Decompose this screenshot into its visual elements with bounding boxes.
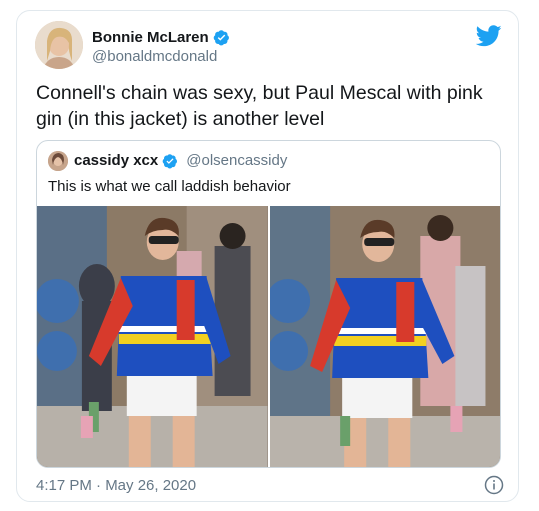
- tweet-card[interactable]: Bonnie McLaren @bonaldmcdonald Connell's…: [16, 10, 519, 502]
- author-name[interactable]: Bonnie McLaren: [92, 29, 209, 46]
- author-avatar[interactable]: [35, 21, 83, 69]
- tweet-text: Connell's chain was sexy, but Paul Mesca…: [36, 82, 483, 130]
- tweet-timestamp[interactable]: 4:17 PM · May 26, 2020: [36, 477, 196, 494]
- quoted-tweet-text: This is what we call laddish behavior: [48, 178, 291, 195]
- author-name-row[interactable]: Bonnie McLaren: [92, 29, 230, 46]
- quoted-author-row[interactable]: cassidy xcx @olsencassidy: [74, 152, 287, 169]
- verified-badge-icon: [162, 153, 178, 168]
- photo-2[interactable]: [269, 206, 500, 467]
- twitter-bird-icon[interactable]: [476, 25, 502, 47]
- verified-badge-icon: [213, 30, 229, 46]
- info-icon[interactable]: [484, 475, 504, 495]
- quoted-author-handle[interactable]: @olsencassidy: [186, 152, 287, 169]
- photo-grid: [37, 206, 500, 467]
- quoted-tweet[interactable]: cassidy xcx @olsencassidy This is what w…: [36, 140, 501, 468]
- author-handle[interactable]: @bonaldmcdonald: [92, 48, 217, 65]
- quoted-author-name[interactable]: cassidy xcx: [74, 152, 158, 169]
- quoted-author-avatar[interactable]: [48, 151, 68, 171]
- photo-1[interactable]: [37, 206, 268, 467]
